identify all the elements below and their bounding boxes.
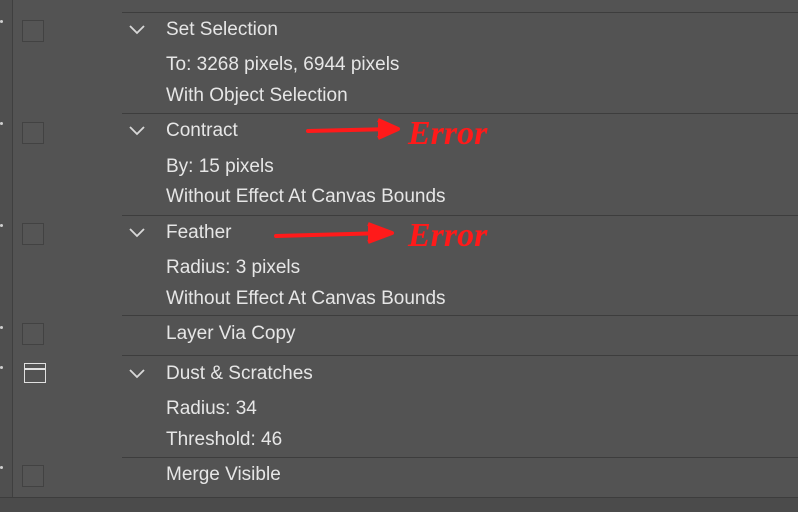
tick-marker bbox=[0, 366, 3, 369]
action-detail: Threshold: 46 bbox=[166, 429, 283, 450]
tick-marker bbox=[0, 20, 3, 23]
dialog-toggle-checkbox[interactable] bbox=[22, 223, 44, 245]
tick-marker bbox=[0, 326, 3, 329]
toggle-column bbox=[13, 0, 121, 512]
error-annotation-feather: Error bbox=[274, 217, 488, 254]
action-detail: Radius: 34 bbox=[166, 398, 257, 419]
chevron-down-icon[interactable] bbox=[128, 24, 146, 36]
error-label: Error bbox=[407, 115, 488, 152]
dialog-toggle-checkbox[interactable] bbox=[22, 20, 44, 42]
tick-marker bbox=[0, 466, 3, 469]
dialog-toggle-icon[interactable] bbox=[24, 363, 46, 383]
action-detail: Without Effect At Canvas Bounds bbox=[166, 288, 446, 309]
action-detail: By: 15 pixels bbox=[166, 156, 274, 177]
dialog-toggle-checkbox[interactable] bbox=[22, 122, 44, 144]
error-label: Error bbox=[407, 217, 488, 254]
action-title[interactable]: Feather bbox=[166, 222, 231, 244]
panel-footer bbox=[0, 497, 798, 512]
action-detail: With Object Selection bbox=[166, 85, 348, 106]
error-annotation-contract: Error bbox=[306, 115, 488, 152]
action-title[interactable]: Layer Via Copy bbox=[166, 323, 296, 345]
chevron-down-icon[interactable] bbox=[128, 227, 146, 239]
action-detail: Radius: 3 pixels bbox=[166, 257, 301, 278]
action-title[interactable]: Dust & Scratches bbox=[166, 363, 313, 385]
tick-marker bbox=[0, 122, 3, 125]
dialog-toggle-checkbox[interactable] bbox=[22, 465, 44, 487]
dialog-toggle-checkbox[interactable] bbox=[22, 323, 44, 345]
tick-marker bbox=[0, 224, 3, 227]
action-detail: Without Effect At Canvas Bounds bbox=[166, 186, 446, 207]
action-title[interactable]: Set Selection bbox=[166, 19, 278, 41]
action-title[interactable]: Merge Visible bbox=[166, 464, 281, 486]
chevron-down-icon[interactable] bbox=[128, 368, 146, 380]
divider bbox=[122, 315, 798, 316]
divider bbox=[122, 457, 798, 458]
divider bbox=[122, 12, 798, 13]
chevron-down-icon[interactable] bbox=[128, 125, 146, 137]
action-title[interactable]: Contract bbox=[166, 120, 238, 142]
action-detail: To: 3268 pixels, 6944 pixels bbox=[166, 54, 400, 75]
left-gutter bbox=[0, 0, 13, 512]
divider bbox=[122, 355, 798, 356]
